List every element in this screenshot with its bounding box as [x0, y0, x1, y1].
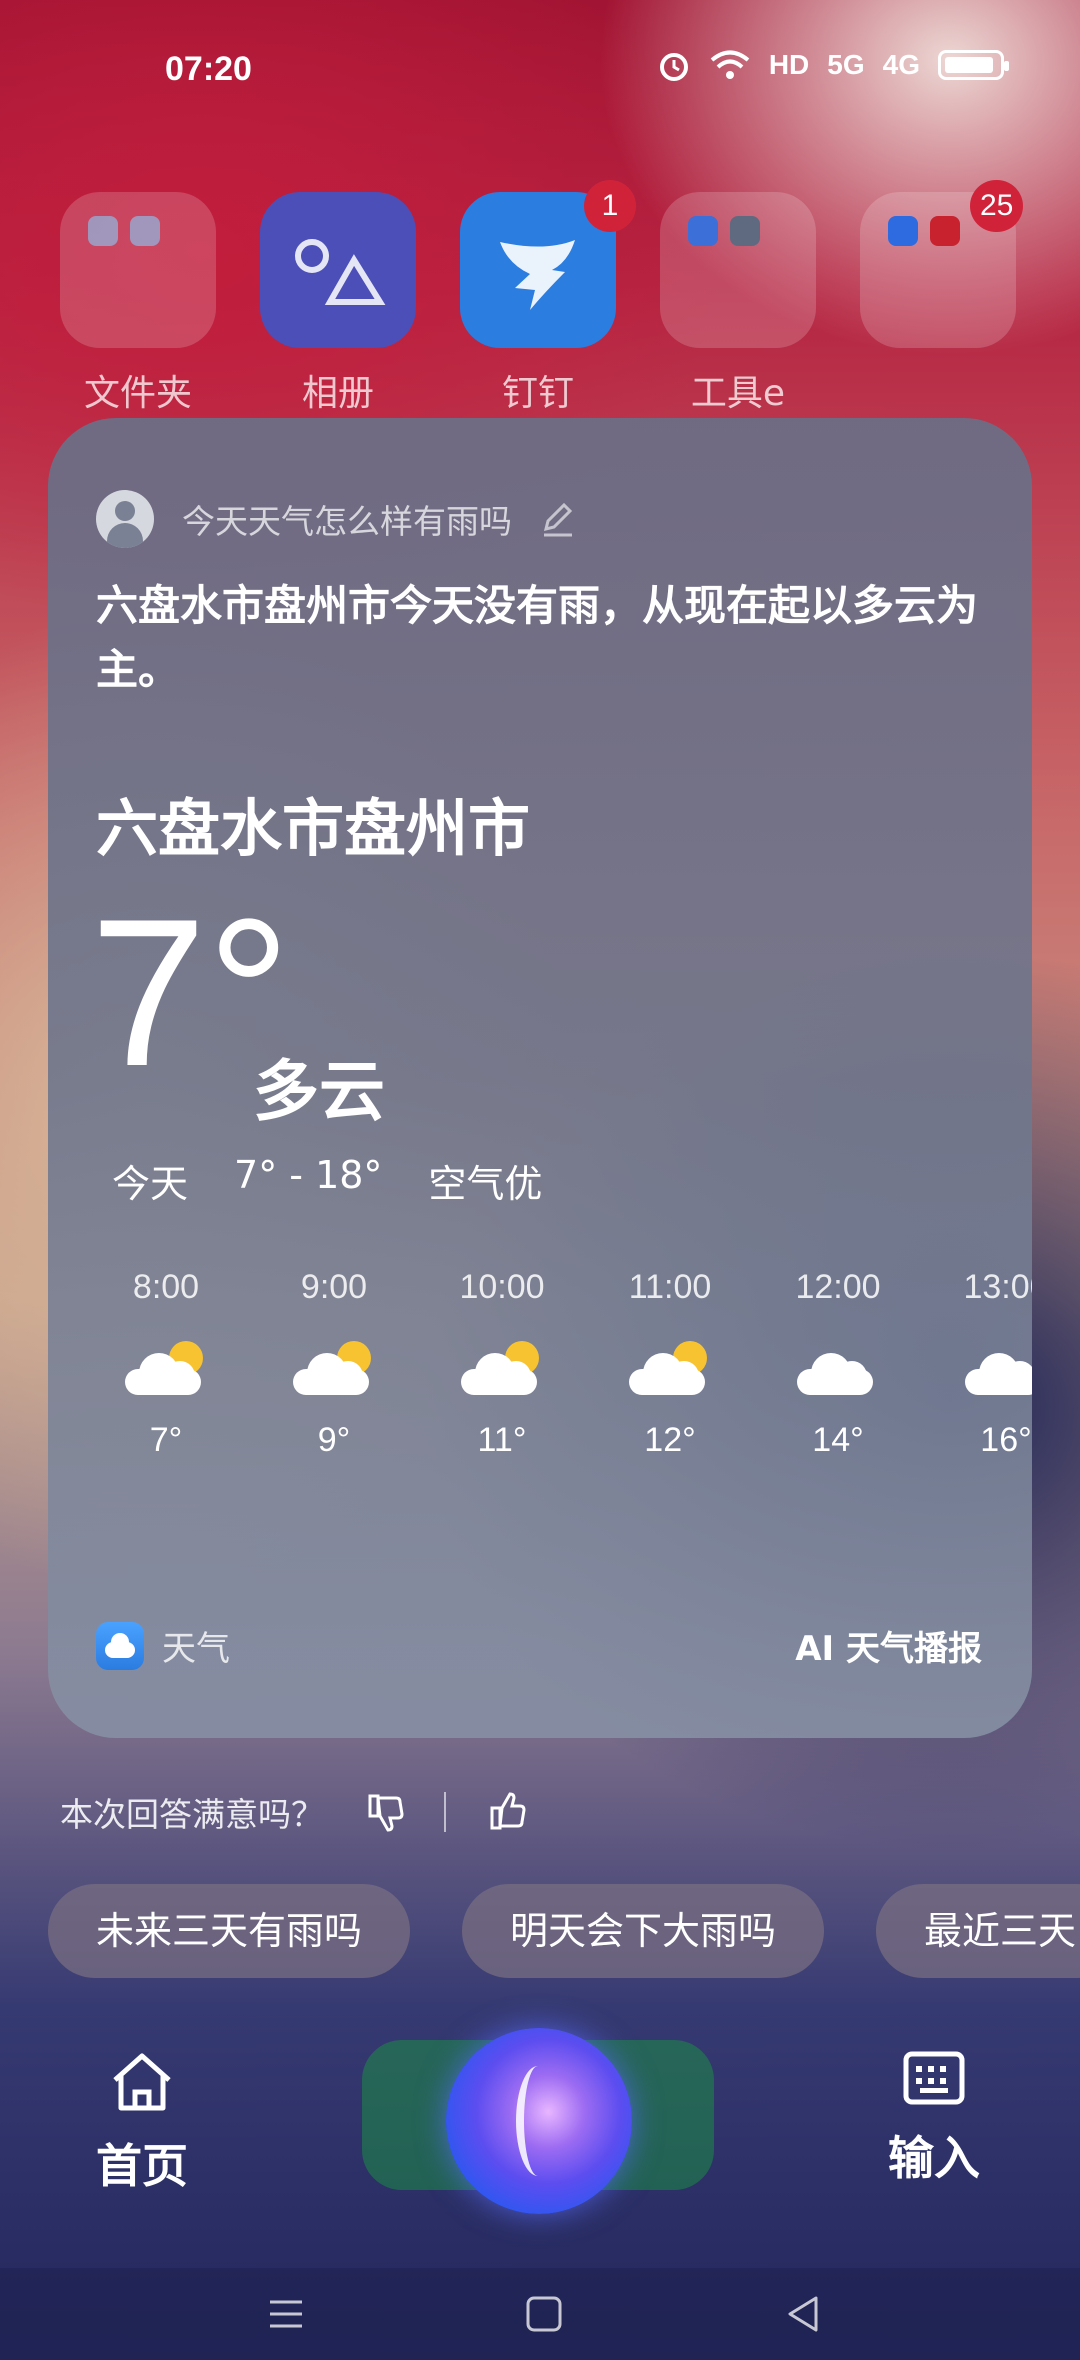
- hourly-item: 10:00 11°: [432, 1268, 572, 1460]
- app-tools-folder[interactable]: 工具e: [658, 192, 818, 416]
- weather-source[interactable]: 天气: [96, 1621, 230, 1670]
- app-dingtalk[interactable]: 1 钉钉: [458, 180, 636, 416]
- status-time: 07:20: [165, 50, 252, 88]
- hour-temp: 11°: [477, 1421, 527, 1459]
- hour-time: 12:00: [795, 1268, 881, 1306]
- day-label: 今天: [112, 1162, 189, 1206]
- user-query-row[interactable]: 今天天气怎么样有雨吗: [96, 490, 578, 548]
- user-avatar-icon: [96, 490, 154, 548]
- app-folder-2[interactable]: 25: [858, 180, 1024, 364]
- battery-icon: [938, 50, 1009, 80]
- folder-icon: [60, 192, 216, 348]
- hd-indicator: HD: [768, 49, 810, 80]
- app-folder[interactable]: 文件夹: [58, 192, 218, 416]
- edit-icon[interactable]: [538, 499, 578, 539]
- hourly-item: 8:00 7°: [96, 1268, 236, 1460]
- home-app-row: 文件夹 相册 1 钉钉 工具e 25: [0, 180, 1080, 422]
- back-icon[interactable]: [780, 2290, 828, 2338]
- status-bar: 07:20 HD 5G 4G: [0, 0, 1080, 130]
- hourly-item: 13:00 16°: [936, 1268, 1032, 1460]
- app-label: 文件夹: [83, 373, 192, 414]
- hourly-item: 12:00 14°: [768, 1268, 908, 1460]
- hour-temp: 16°: [980, 1421, 1032, 1459]
- thumbs-up-icon[interactable]: [486, 1790, 530, 1834]
- suggestion-chip[interactable]: 最近三天: [876, 1884, 1080, 1978]
- hourly-item: 9:00 9°: [264, 1268, 404, 1460]
- hour-time: 10:00: [459, 1268, 545, 1306]
- input-button[interactable]: 输入: [888, 2050, 980, 2188]
- wifi-icon: [710, 50, 750, 79]
- app-label: 工具e: [690, 373, 786, 414]
- weather-app-icon: [96, 1621, 144, 1670]
- app-label: 钉钉: [501, 373, 574, 414]
- signal-5g-indicator: 5G: [827, 49, 865, 80]
- hour-time: 13:00: [963, 1268, 1032, 1306]
- signal-4g-indicator: 4G: [882, 49, 920, 80]
- hour-temp: 12°: [644, 1421, 696, 1459]
- app-label: 相册: [301, 373, 374, 414]
- hour-time: 11:00: [628, 1268, 712, 1306]
- keyboard-icon: [903, 2051, 965, 2105]
- suggestion-chips: 未来三天有雨吗 明天会下大雨吗 最近三天: [48, 1884, 1080, 1980]
- home-label: 首页: [96, 2139, 188, 2193]
- weather-answer-card: 今天天气怎么样有雨吗 六盘水市盘州市今天没有雨，从现在起以多云为主。 六盘水市盘…: [48, 418, 1032, 1738]
- air-quality: 空气优: [428, 1162, 543, 1206]
- hour-time: 9:00: [300, 1268, 368, 1306]
- temperature-range: 7° - 18°: [234, 1153, 383, 1197]
- system-navigation-bar: [0, 2268, 1080, 2360]
- input-label: 输入: [888, 2131, 980, 2185]
- hour-temp: 14°: [812, 1421, 864, 1459]
- notification-badge: 1: [584, 180, 636, 232]
- partly-cloudy-icon: [625, 1335, 715, 1405]
- user-query-text: 今天天气怎么样有雨吗: [182, 502, 512, 541]
- assistant-answer-text: 六盘水市盘州市今天没有雨，从现在起以多云为主。: [96, 581, 979, 694]
- suggestion-chip[interactable]: 未来三天有雨吗: [48, 1884, 411, 1978]
- notification-badge: 25: [970, 180, 1024, 232]
- suggestion-chip[interactable]: 明天会下大雨吗: [462, 1884, 825, 1978]
- home-icon: [113, 2053, 171, 2111]
- album-icon: [260, 192, 416, 348]
- cloudy-icon: [961, 1335, 1032, 1405]
- app-album[interactable]: 相册: [258, 192, 418, 416]
- divider: [444, 1792, 446, 1832]
- card-footer: 天气 AI 天气播报: [96, 1621, 982, 1670]
- alarm-icon: [659, 53, 688, 81]
- ai-weather-broadcast-button[interactable]: AI 天气播报: [795, 1621, 982, 1670]
- partly-cloudy-icon: [457, 1335, 547, 1405]
- home-square-icon[interactable]: [520, 2290, 568, 2338]
- hourly-forecast[interactable]: 8:00 7° 9:00 9° 10:00 11° 11:00 12° 12:0…: [96, 1268, 1032, 1508]
- hour-time: 8:00: [132, 1268, 200, 1306]
- cloudy-icon: [793, 1335, 883, 1405]
- feedback-question: 本次回答满意吗？: [60, 1795, 324, 1834]
- weather-condition: 多云: [253, 1053, 385, 1130]
- hourly-item: 11:00 12°: [600, 1268, 740, 1460]
- weather-source-label: 天气: [162, 1629, 230, 1669]
- voice-assistant-orb-icon[interactable]: [446, 2028, 632, 2214]
- hour-temp: 9°: [317, 1421, 351, 1459]
- hour-temp: 7°: [149, 1421, 183, 1459]
- feedback-row: 本次回答满意吗？: [60, 1788, 530, 1836]
- partly-cloudy-icon: [121, 1335, 211, 1405]
- thumbs-down-icon[interactable]: [364, 1790, 408, 1834]
- folder-icon: [660, 192, 816, 348]
- partly-cloudy-icon: [289, 1335, 379, 1405]
- menu-icon[interactable]: [262, 2290, 310, 2338]
- day-summary: 今天 7° - 18° 空气优: [112, 1153, 588, 1208]
- city-name: 六盘水市盘州市: [96, 792, 531, 865]
- home-button[interactable]: 首页: [96, 2050, 188, 2196]
- status-icons: HD 5G 4G: [657, 48, 1009, 82]
